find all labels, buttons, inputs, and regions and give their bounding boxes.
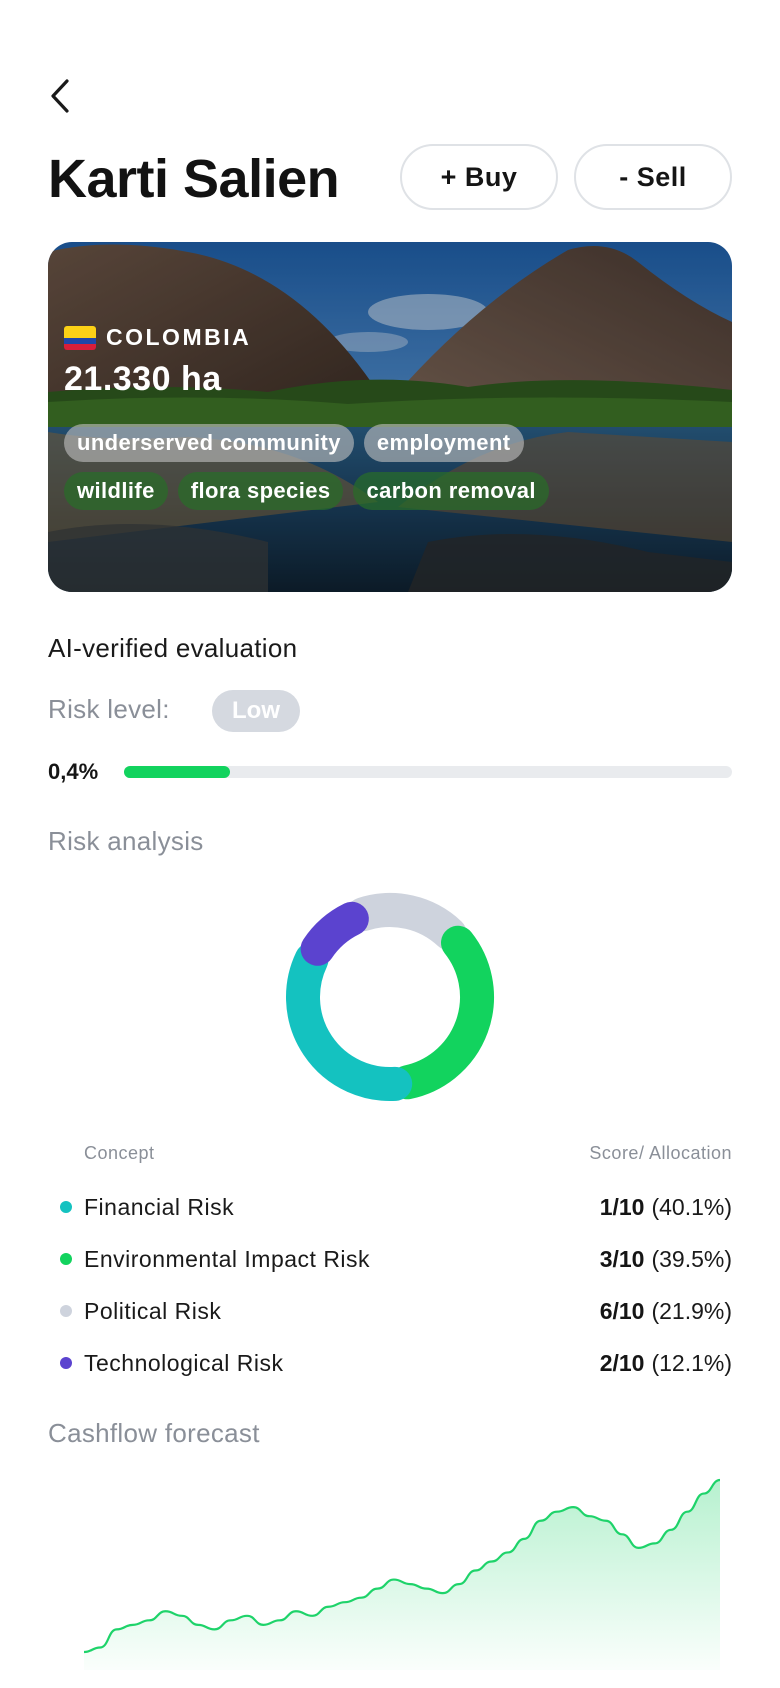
- legend-header-concept: Concept: [84, 1143, 155, 1163]
- legend-allocation: (12.1%): [651, 1349, 732, 1376]
- legend-allocation: (21.9%): [651, 1297, 732, 1324]
- legend-name: Political Risk: [84, 1297, 222, 1324]
- evaluation-title: AI-verified evaluation: [48, 633, 298, 663]
- impact-tags: underserved community employment wildlif…: [64, 424, 704, 520]
- risk-donut-chart: [286, 893, 494, 1101]
- buy-button[interactable]: + Buy: [400, 144, 558, 210]
- tag-wildlife: wildlife: [64, 472, 168, 510]
- back-button[interactable]: [48, 76, 80, 116]
- risk-analysis-title: Risk analysis: [48, 826, 204, 856]
- country-name: COLOMBIA: [106, 324, 252, 350]
- page-title: Karti Salien: [48, 149, 340, 209]
- donut-segment-technological-risk: [300, 901, 369, 966]
- legend-allocation: (40.1%): [651, 1193, 732, 1220]
- tag-carbon-removal: carbon removal: [353, 472, 549, 510]
- legend-dot: [60, 1357, 72, 1369]
- legend-name: Financial Risk: [84, 1193, 235, 1220]
- project-area: 21.330 ha: [64, 360, 222, 398]
- legend-header-score: Score/ Allocation: [589, 1143, 732, 1163]
- legend-dot: [60, 1305, 72, 1317]
- risk-level-badge: Low: [212, 690, 300, 732]
- legend-row-technological: Technological Risk 2/10 (12.1%): [60, 1347, 732, 1379]
- legend-row-political: Political Risk 6/10 (21.9%): [60, 1295, 732, 1327]
- legend-row-financial: Financial Risk 1/10 (40.1%): [60, 1191, 732, 1223]
- cashflow-chart: [83, 1478, 720, 1670]
- sell-button[interactable]: - Sell: [574, 144, 732, 210]
- donut-segment-financial-risk: [286, 942, 413, 1101]
- cashflow-title: Cashflow forecast: [48, 1418, 260, 1448]
- country-label: COLOMBIA: [64, 324, 251, 351]
- legend-name: Technological Risk: [84, 1349, 284, 1376]
- risk-progress-fill: [124, 766, 231, 778]
- legend-dot: [60, 1201, 72, 1213]
- donut-segment-political-risk: [346, 893, 467, 951]
- legend-dot: [60, 1253, 72, 1265]
- tag-employment: employment: [363, 424, 524, 462]
- donut-segment-environmental-impact-risk: [390, 925, 494, 1100]
- tag-underserved-community: underserved community: [64, 424, 354, 462]
- project-hero-image: COLOMBIA 21.330 ha underserved community…: [48, 242, 732, 592]
- colombia-flag-icon: [64, 325, 96, 350]
- legend-score: 6/10: [599, 1297, 645, 1324]
- legend-row-environmental: Environmental Impact Risk 3/10 (39.5%): [60, 1243, 732, 1275]
- legend-name: Environmental Impact Risk: [84, 1245, 371, 1272]
- legend-allocation: (39.5%): [651, 1245, 732, 1272]
- risk-percent: 0,4%: [48, 759, 99, 784]
- legend-score: 2/10: [599, 1349, 645, 1376]
- risk-progress-bar: [124, 766, 732, 778]
- cashflow-area: [84, 1480, 720, 1670]
- tag-flora-species: flora species: [177, 472, 344, 510]
- risk-level-label: Risk level:: [48, 694, 170, 724]
- chevron-left-icon: [51, 79, 69, 113]
- legend-score: 3/10: [599, 1245, 645, 1272]
- landscape-image: [48, 242, 732, 592]
- legend-score: 1/10: [599, 1193, 645, 1220]
